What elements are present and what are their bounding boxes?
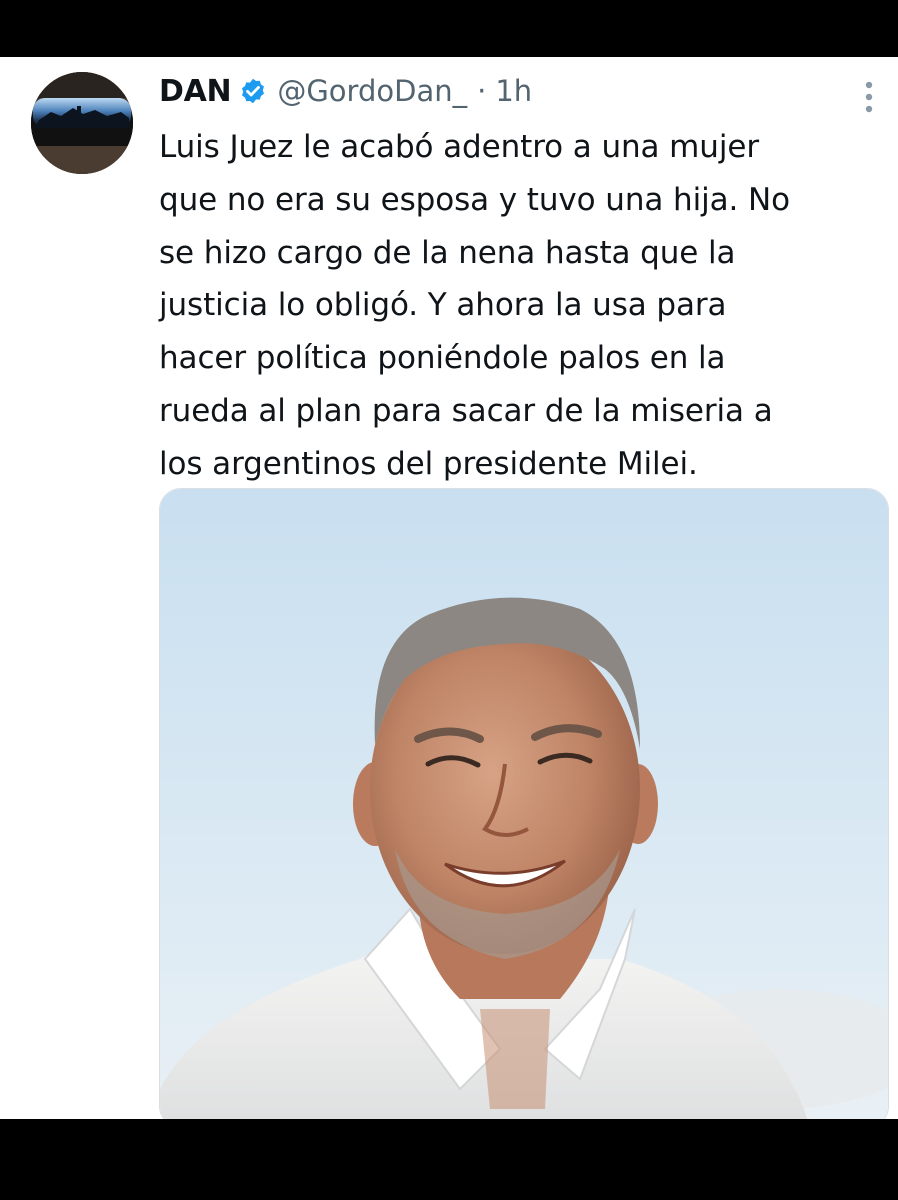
tweet-text-line: que no era su esposa y tuvo una hija. No: [159, 181, 790, 218]
tweet-card[interactable]: DAN @GordoDan_ · 1h Luis Juez le acabó a…: [0, 57, 898, 1119]
more-vertical-icon[interactable]: [854, 77, 884, 117]
tweet-text-line: Luis Juez le acabó adentro a una mujer: [159, 129, 759, 165]
tweet-text-line: rueda al plan para sacar de la miseria a: [159, 392, 773, 429]
author-handle[interactable]: @GordoDan_: [277, 74, 467, 108]
verified-badge-icon: [239, 77, 267, 105]
tweet-timestamp[interactable]: 1h: [495, 74, 532, 108]
tweet-text: Luis Juez le acabó adentro a una mujer q…: [159, 121, 879, 491]
author-display-name[interactable]: DAN: [159, 74, 232, 109]
tweet-text-line: justicia lo obligó. Y ahora la usa para: [159, 287, 727, 324]
avatar-image: [31, 72, 133, 174]
tweet-text-line: hacer política poniéndole palos en la: [159, 340, 726, 377]
screenshot-frame: DAN @GordoDan_ · 1h Luis Juez le acabó a…: [0, 0, 898, 1200]
smiling-man-photo: [160, 489, 888, 1119]
header-separator: ·: [477, 74, 487, 108]
tweet-text-line: se hizo cargo de la nena hasta que la: [159, 234, 736, 271]
author-avatar[interactable]: [31, 72, 133, 174]
tweet-text-line: los argentinos del presidente Milei.: [159, 445, 698, 482]
tweet-media-photo[interactable]: [159, 488, 889, 1119]
tweet-header: DAN @GordoDan_ · 1h: [159, 69, 532, 113]
